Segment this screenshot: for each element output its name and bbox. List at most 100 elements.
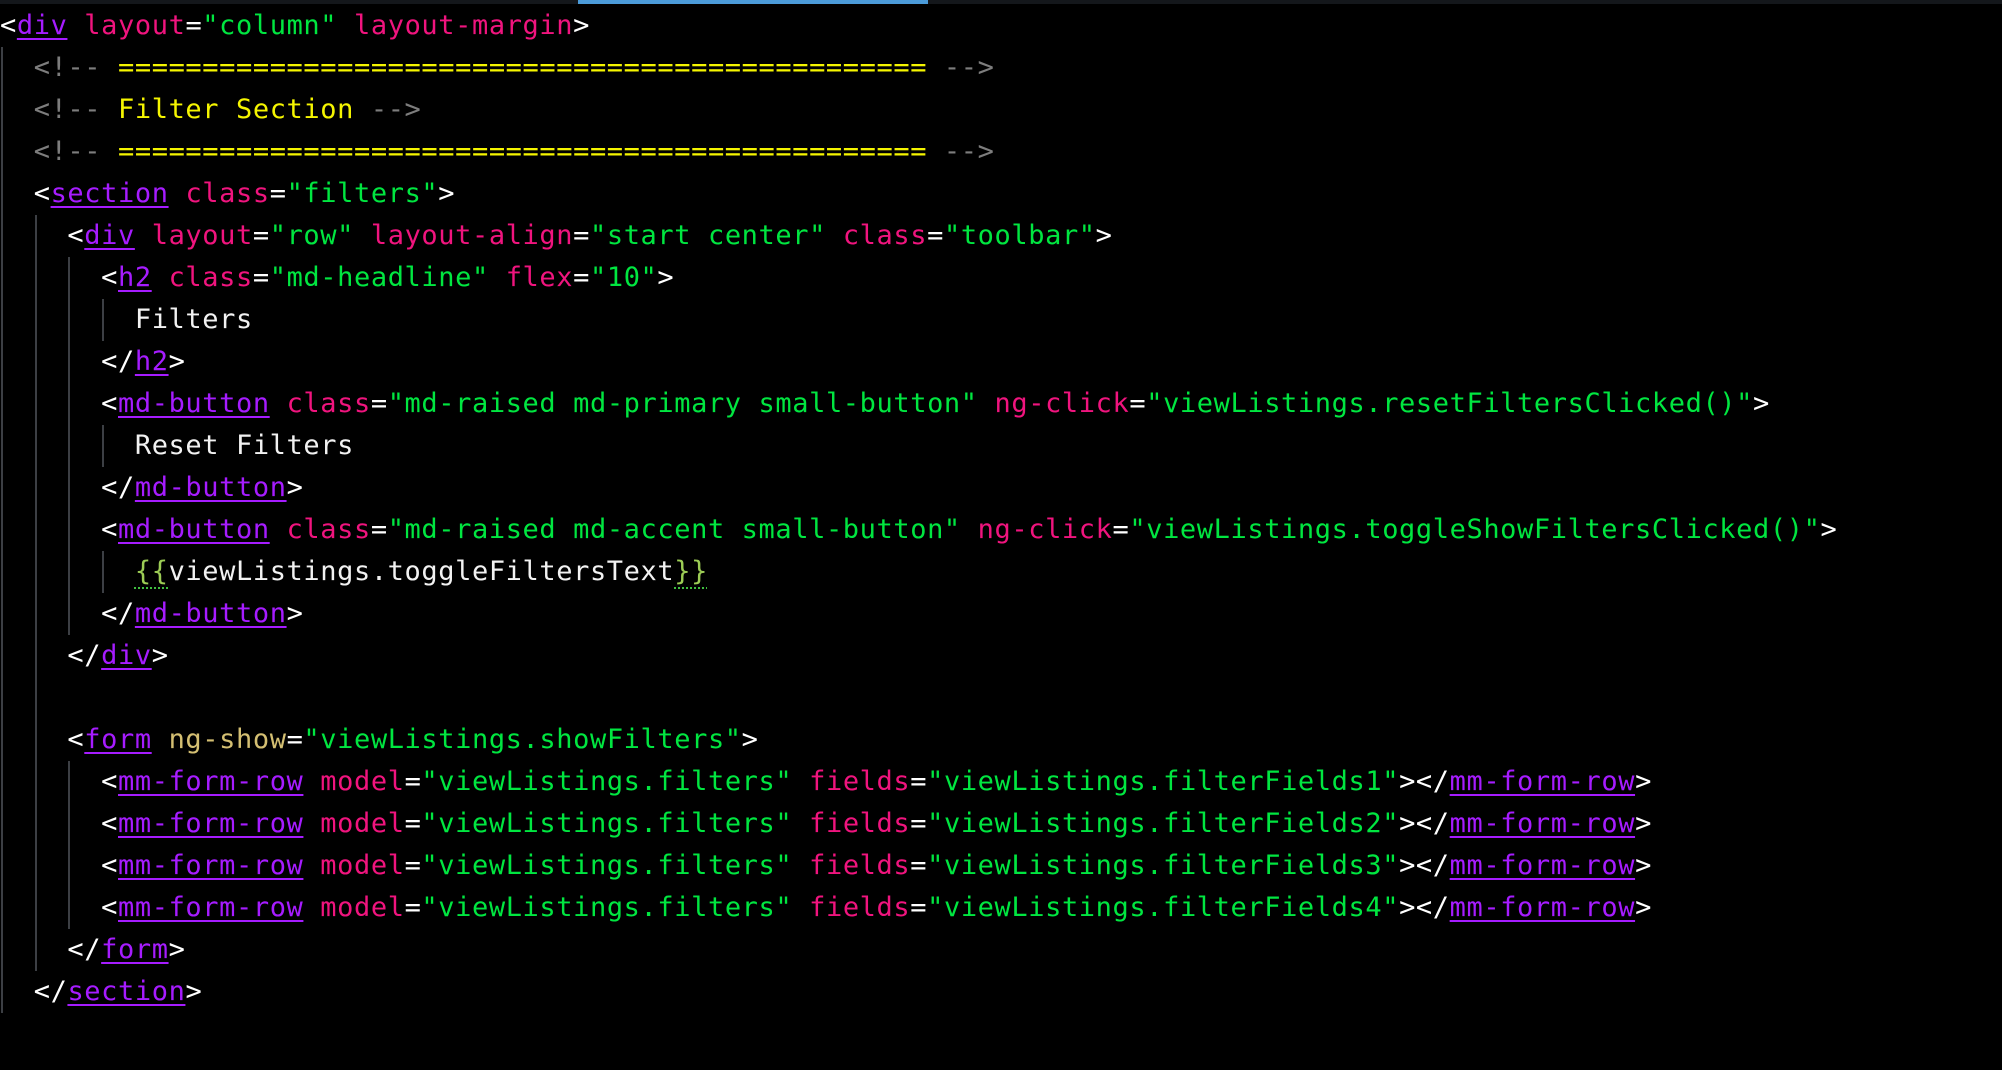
indent-guide (68, 845, 71, 887)
code-punctuation: > (1635, 808, 1652, 839)
code-punctuation: > (1635, 850, 1652, 881)
code-line[interactable]: </md-button> (0, 467, 2002, 509)
indent-guide (1, 383, 3, 425)
indent-guide (1, 593, 3, 635)
indentation (0, 472, 101, 503)
code-punctuation: ></ (1399, 892, 1450, 923)
code-string: "viewListings.filterFields2" (927, 808, 1400, 839)
code-tag-name: mm-form-row (118, 892, 304, 923)
code-line[interactable]: <mm-form-row model="viewListings.filters… (0, 887, 2002, 929)
code-line[interactable]: <section class="filters"> (0, 173, 2002, 215)
code-line[interactable]: </section> (0, 971, 2002, 1013)
code-attribute-name: layout (151, 220, 253, 251)
code-punctuation: = (252, 262, 270, 293)
code-line[interactable]: <!-- ===================================… (0, 47, 2002, 89)
code-tag-name: mm-form-row (1449, 766, 1636, 797)
code-punctuation (792, 766, 809, 797)
code-comment-delimiter: <!-- (33, 136, 102, 167)
code-string: "viewListings.filterFields4" (927, 892, 1400, 923)
code-comment: ========================================… (118, 52, 928, 83)
code-line[interactable]: <md-button class="md-raised md-primary s… (0, 383, 2002, 425)
code-punctuation: = (185, 10, 203, 41)
code-punctuation: < (101, 388, 118, 419)
code-punctuation (303, 850, 320, 881)
code-line[interactable]: <form ng-show="viewListings.showFilters"… (0, 719, 2002, 761)
code-line[interactable] (0, 677, 2002, 719)
code-punctuation (270, 388, 287, 419)
code-punctuation: < (0, 10, 17, 41)
code-line[interactable]: <!-- Filter Section --> (0, 89, 2002, 131)
code-line[interactable]: </form> (0, 929, 2002, 971)
code-line[interactable]: <mm-form-row model="viewListings.filters… (0, 845, 2002, 887)
code-editor[interactable]: <div layout="column" layout-margin> <!--… (0, 5, 2002, 1070)
code-line[interactable]: <mm-form-row model="viewListings.filters… (0, 803, 2002, 845)
code-line[interactable]: <h2 class="md-headline" flex="10"> (0, 257, 2002, 299)
code-punctuation (354, 94, 371, 125)
code-line[interactable]: {{viewListings.toggleFiltersText}} (0, 551, 2002, 593)
indentation (0, 52, 34, 83)
code-punctuation (152, 724, 169, 755)
code-line[interactable]: <!-- ===================================… (0, 131, 2002, 173)
indentation (0, 766, 101, 797)
code-punctuation: = (573, 220, 590, 251)
code-tag-name: md-button (118, 388, 270, 419)
indent-guide (68, 761, 71, 803)
indentation (0, 346, 101, 377)
code-line[interactable]: </h2> (0, 341, 2002, 383)
code-punctuation: = (404, 808, 422, 839)
indent-guide (1, 425, 3, 467)
code-string: "start center" (589, 220, 826, 251)
code-line[interactable]: Filters (0, 299, 2002, 341)
code-punctuation (792, 808, 809, 839)
code-text: Filters (134, 304, 253, 335)
code-line[interactable]: </div> (0, 635, 2002, 677)
code-punctuation: < (101, 514, 118, 545)
code-string: "viewListings.filters" (421, 766, 793, 797)
indent-guide (34, 761, 37, 803)
code-tag-name: md-button (134, 472, 287, 503)
indent-guide (1, 131, 3, 173)
code-punctuation (101, 94, 118, 125)
code-line[interactable]: <div layout="row" layout-align="start ce… (0, 215, 2002, 257)
code-attribute-name: flex (505, 262, 574, 293)
indent-guide (101, 425, 104, 467)
indentation (0, 808, 101, 839)
code-attribute-name: fields (809, 808, 911, 839)
code-attribute-name: fields (809, 892, 911, 923)
code-string: "viewListings.showFilters" (303, 724, 742, 755)
code-line[interactable]: Reset Filters (0, 425, 2002, 467)
code-punctuation: = (573, 262, 590, 293)
code-punctuation: > (168, 934, 186, 965)
code-punctuation: > (657, 262, 675, 293)
code-string: "viewListings.toggleShowFiltersClicked()… (1129, 514, 1821, 545)
code-punctuation: = (404, 766, 422, 797)
code-line[interactable]: </md-button> (0, 593, 2002, 635)
indentation (0, 892, 101, 923)
indent-guide (34, 299, 37, 341)
indent-guide (68, 383, 71, 425)
code-line[interactable]: <mm-form-row model="viewListings.filters… (0, 761, 2002, 803)
code-interpolation-brace: {{ (134, 556, 169, 587)
indentation (0, 598, 101, 629)
code-punctuation (337, 10, 354, 41)
indent-guide (1, 971, 3, 1013)
code-punctuation (303, 892, 320, 923)
code-punctuation (169, 178, 186, 209)
code-attribute-name: layout-margin (354, 10, 574, 41)
indent-guide (1, 677, 3, 719)
code-interpolation-brace: }} (674, 556, 708, 587)
indent-guide (34, 845, 37, 887)
code-punctuation (101, 136, 118, 167)
code-punctuation: < (33, 178, 51, 209)
indent-guide (34, 509, 37, 551)
code-punctuation (826, 220, 843, 251)
code-line[interactable]: <div layout="column" layout-margin> (0, 5, 2002, 47)
code-text: Reset Filters (134, 430, 354, 461)
indent-guide (34, 425, 37, 467)
code-line[interactable]: <md-button class="md-raised md-accent sm… (0, 509, 2002, 551)
horizontal-scrollbar-thumb[interactable] (578, 0, 928, 4)
code-tag-name: form (84, 724, 152, 755)
code-punctuation: > (1095, 220, 1113, 251)
indent-guide (1, 887, 3, 929)
code-punctuation (303, 766, 320, 797)
